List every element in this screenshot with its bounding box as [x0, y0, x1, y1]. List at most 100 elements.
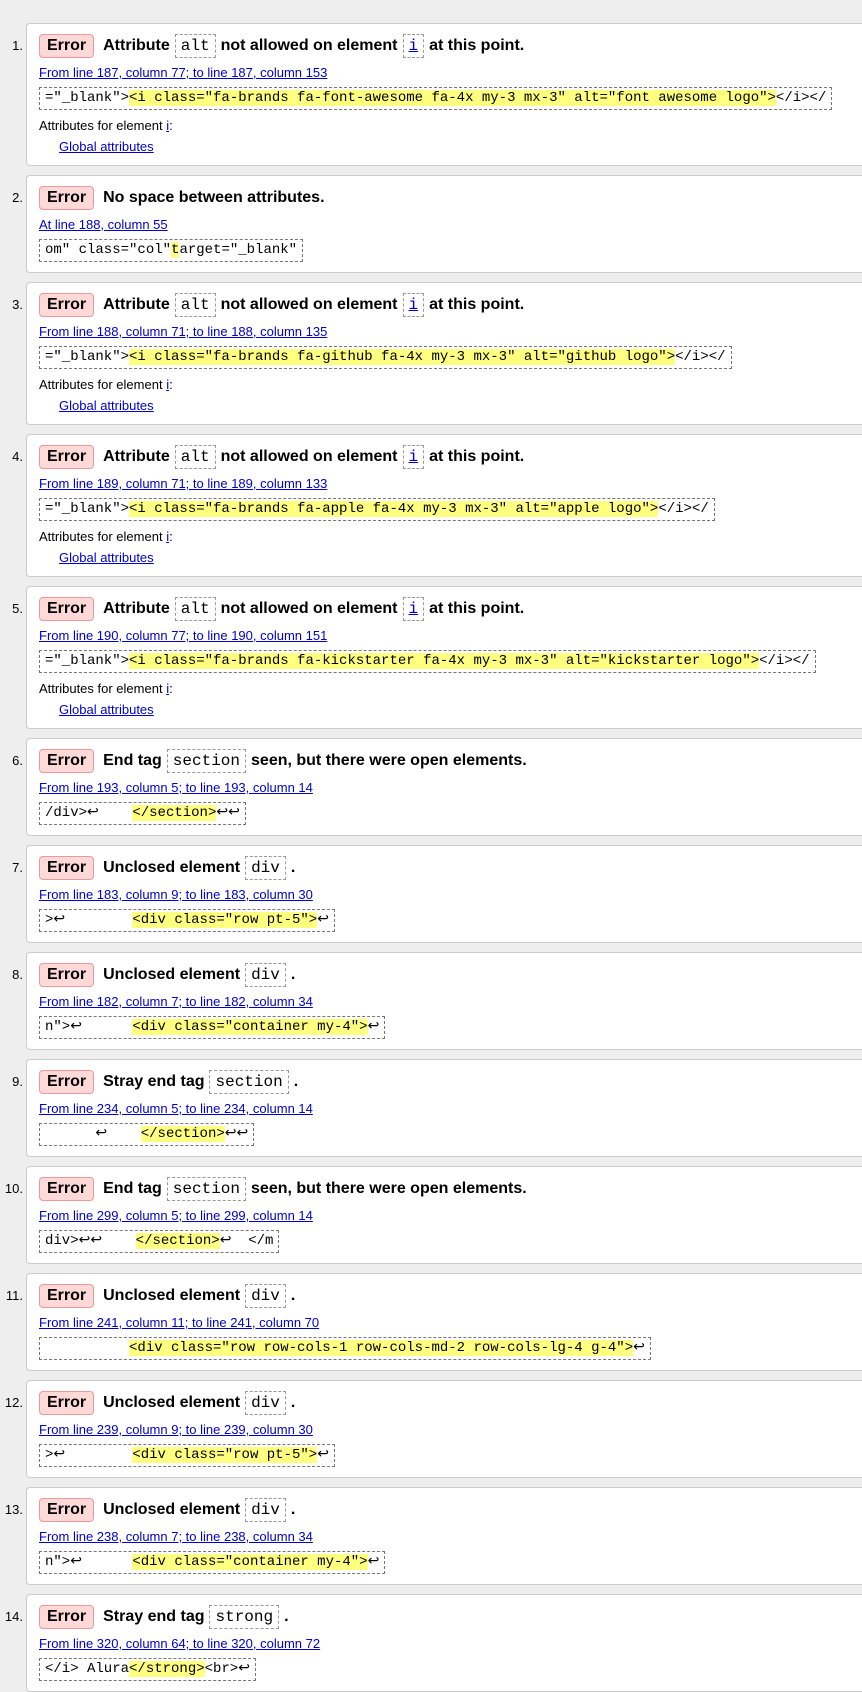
global-attributes-row: Global attributes [59, 139, 862, 155]
global-attributes-link[interactable]: Global attributes [59, 550, 154, 565]
error-badge: Error [39, 1177, 95, 1201]
message-text: End tag [103, 752, 162, 769]
message-heading: Error Stray end tag strong. [39, 1604, 862, 1630]
message-heading: Error Attribute alt not allowed on element i… [39, 596, 862, 622]
code-extract: ="_blank"><i class="fa-brands fa-github … [39, 346, 732, 369]
location-link[interactable]: From line 241, column 11; to line 241, c… [39, 1315, 319, 1330]
message-text: Unclosed element [103, 859, 241, 876]
global-attributes-link[interactable]: Global attributes [59, 139, 154, 154]
extract-before: div>↩↩ [45, 1233, 136, 1249]
extract-highlight: <i class="fa-brands fa-font-awesome fa-4… [129, 90, 776, 106]
extract-highlight: </section> [140, 1126, 225, 1142]
code-token: strong [209, 1605, 280, 1629]
message-text: at this point. [429, 448, 525, 465]
global-attributes-link[interactable]: Global attributes [59, 398, 154, 413]
message-text: No space between attributes. [103, 189, 325, 206]
extract-highlight: <i class="fa-brands fa-github fa-4x my-3… [129, 349, 676, 365]
element-link[interactable]: i [409, 448, 419, 466]
attributes-colon: : [169, 681, 173, 696]
location-link[interactable]: From line 182, column 7; to line 182, co… [39, 994, 313, 1009]
attributes-colon: : [169, 118, 173, 133]
error-badge: Error [39, 963, 95, 987]
message-text: Attribute [103, 600, 170, 617]
error-badge: Error [39, 1498, 95, 1522]
code-token: div [245, 1391, 286, 1415]
code-token: i [402, 445, 425, 469]
location-link[interactable]: From line 238, column 7; to line 238, co… [39, 1529, 313, 1544]
location-link[interactable]: From line 239, column 9; to line 239, co… [39, 1422, 313, 1437]
global-attributes-row: Global attributes [59, 702, 862, 718]
extract-before [45, 1340, 129, 1356]
element-link[interactable]: i [409, 600, 419, 618]
extract-before: </i> Alura [45, 1661, 130, 1677]
code-extract: ="_blank"><i class="fa-brands fa-kicksta… [39, 650, 816, 673]
location-link[interactable]: At line 188, column 55 [39, 217, 168, 232]
attributes-for-element: Attributes for element i: [39, 118, 862, 134]
error-message: 1. Error Attribute alt not allowed on elemen… [12, 23, 862, 166]
error-badge: Error [39, 293, 95, 317]
extract-after: </i></ [675, 349, 726, 365]
message-text: Attribute [103, 296, 170, 313]
location-link[interactable]: From line 190, column 77; to line 190, c… [39, 628, 327, 643]
message-heading: Error End tag section seen, but there were … [39, 748, 862, 774]
location-row: From line 182, column 7; to line 182, co… [39, 994, 862, 1010]
code-token: i [402, 293, 425, 317]
message-number: 6. [12, 753, 23, 768]
error-badge: Error [39, 186, 95, 210]
extract-after: ↩ [317, 1447, 329, 1463]
location-link[interactable]: From line 299, column 5; to line 299, co… [39, 1208, 313, 1223]
message-number: 10. [4, 1181, 23, 1196]
extract-before: n">↩ [45, 1554, 133, 1570]
code-extract: ="_blank"><i class="fa-brands fa-font-aw… [39, 87, 833, 110]
code-extract: om" class="col"target="_blank" [39, 239, 304, 262]
error-message: 4. Error Attribute alt not allowed on elemen… [12, 434, 862, 577]
global-attributes-link[interactable]: Global attributes [59, 702, 154, 717]
extract-after: <br>↩ [204, 1661, 250, 1677]
error-badge: Error [39, 1605, 95, 1629]
message-text: seen, but there were open elements. [251, 752, 527, 769]
message-heading: Error Unclosed element div. [39, 1497, 862, 1523]
extract-after: ↩ </m [219, 1233, 274, 1249]
extract-before: om" class="col" [45, 242, 172, 258]
error-badge: Error [39, 856, 95, 880]
message-text: not allowed on element [220, 296, 398, 313]
message-heading: Error End tag section seen, but there were … [39, 1176, 862, 1202]
error-badge: Error [39, 597, 95, 621]
extract-after: arget="_blank" [179, 242, 298, 258]
message-text: . [284, 1608, 289, 1625]
error-message: 12. Error Unclosed element div. From line 23… [5, 1380, 862, 1478]
element-link[interactable]: i [409, 296, 419, 314]
attributes-label: Attributes for element [39, 118, 163, 133]
location-link[interactable]: From line 187, column 77; to line 187, c… [39, 65, 327, 80]
element-link[interactable]: i [409, 37, 419, 55]
location-link[interactable]: From line 189, column 71; to line 189, c… [39, 476, 327, 491]
extract-after: ↩ [317, 912, 329, 928]
location-link[interactable]: From line 183, column 9; to line 183, co… [39, 887, 313, 902]
message-heading: Error Stray end tag section. [39, 1069, 862, 1095]
location-row: From line 187, column 77; to line 187, c… [39, 65, 862, 81]
location-link[interactable]: From line 188, column 71; to line 188, c… [39, 324, 327, 339]
location-row: From line 188, column 71; to line 188, c… [39, 324, 862, 340]
location-link[interactable]: From line 234, column 5; to line 234, co… [39, 1101, 313, 1116]
message-heading: Error Attribute alt not allowed on element i… [39, 292, 862, 318]
message-number: 12. [4, 1395, 23, 1410]
attributes-for-element: Attributes for element i: [39, 377, 862, 393]
location-row: At line 188, column 55 [39, 217, 862, 233]
message-heading: Error Unclosed element div. [39, 855, 862, 881]
error-message: 14. Error Stray end tag strong. From line 32… [5, 1594, 862, 1692]
extract-after: ↩ [367, 1554, 380, 1570]
extract-after: ↩ [367, 1019, 380, 1035]
message-heading: Error Attribute alt not allowed on element i… [39, 33, 862, 59]
message-text: not allowed on element [220, 37, 398, 54]
location-row: From line 183, column 9; to line 183, co… [39, 887, 862, 903]
location-link[interactable]: From line 193, column 5; to line 193, co… [39, 780, 313, 795]
error-message: 6. Error End tag section seen, but there wer… [12, 738, 862, 836]
extract-before: ↩ [45, 1126, 141, 1142]
extract-before: ="_blank"> [45, 653, 130, 669]
extract-before: ="_blank"> [45, 349, 130, 365]
extract-before: ="_blank"> [45, 90, 130, 106]
location-link[interactable]: From line 320, column 64; to line 320, c… [39, 1636, 320, 1651]
message-text: . [290, 859, 296, 876]
message-text: End tag [103, 1180, 162, 1197]
attributes-label: Attributes for element [39, 681, 163, 696]
